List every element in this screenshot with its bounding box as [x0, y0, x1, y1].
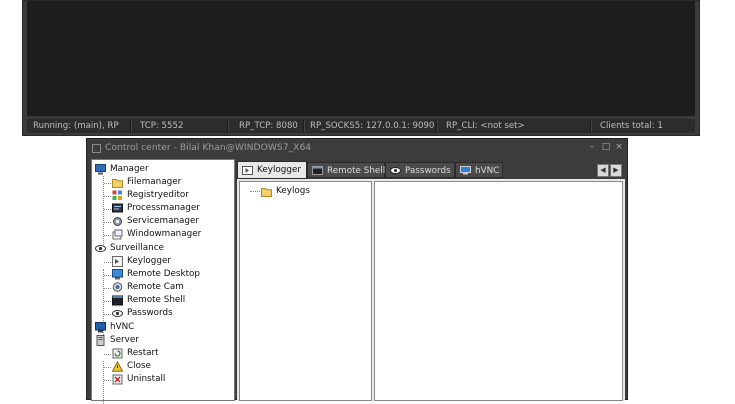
window-title: Control center - Bilal Khan@WINDOWS7_X64: [105, 142, 312, 153]
tree-item-label: Uninstall: [127, 374, 166, 384]
tree-item-label: Processmanager: [127, 203, 200, 213]
control-center-window: Control center - Bilal Khan@WINDOWS7_X64…: [86, 138, 628, 404]
restart-icon: [112, 348, 123, 359]
tree-node-label: hVNC: [110, 322, 135, 332]
tab-scroll-left-button[interactable]: ◀: [597, 164, 609, 177]
monitor-icon: [460, 166, 471, 175]
tree-item-label: Keylogger: [127, 256, 171, 266]
eye-icon: [95, 245, 106, 252]
tree-line: [103, 176, 104, 251]
tree-line: [104, 367, 111, 368]
status-separator: [130, 120, 132, 132]
terminal-icon: [112, 295, 123, 306]
restore-button[interactable]: □: [601, 143, 611, 152]
minimize-button[interactable]: –: [587, 143, 597, 152]
status-clients-total: Clients total: 1: [600, 121, 663, 131]
status-bar: Running: (main), RP TCP: 5552 RP_TCP: 80…: [27, 119, 695, 133]
console-window: Running: (main), RP TCP: 5552 RP_TCP: 80…: [22, 0, 700, 136]
tree-line: [104, 354, 111, 355]
tab-label: hVNC: [475, 166, 500, 176]
tab-keylogger[interactable]: Keylogger: [237, 161, 307, 179]
keylogs-tree[interactable]: Keylogs: [239, 181, 372, 401]
tree-item-label: Close: [127, 361, 151, 371]
window-icon: [112, 229, 123, 240]
tree-line: [104, 301, 111, 302]
tree-line: [104, 196, 111, 197]
tree-node-label: Manager: [110, 164, 149, 174]
tree-line: [104, 275, 111, 276]
console-output[interactable]: [27, 1, 695, 116]
status-separator: [590, 120, 592, 132]
window-menu-icon[interactable]: [92, 144, 101, 153]
tree-node-label: Keylogs: [276, 186, 310, 196]
tree-line: [104, 288, 111, 289]
tree-line: [104, 235, 111, 236]
feature-tree[interactable]: Manager Filemanager Registryeditor Proce…: [91, 159, 235, 404]
keylog-content-view[interactable]: [374, 181, 623, 401]
gear-icon: [113, 217, 122, 226]
keylogger-icon: [112, 256, 123, 267]
keylogger-panel: Keylogs: [237, 179, 625, 401]
tree-item-label: Remote Cam: [127, 282, 184, 292]
tab-passwords[interactable]: Passwords: [385, 162, 455, 178]
tree-line: [104, 314, 111, 315]
server-icon: [96, 335, 105, 346]
folder-icon: [112, 179, 123, 188]
status-rp-tcp: RP_TCP: 8080: [239, 121, 298, 131]
tree-node-label: Server: [110, 335, 139, 345]
status-rp-cli: RP_CLI: <not set>: [446, 121, 525, 131]
tree-line: [104, 209, 111, 210]
tab-bar: Keylogger Remote Shell Passwords hVNC ◀ …: [237, 161, 625, 179]
computer-icon: [95, 164, 106, 175]
tab-remote-shell[interactable]: Remote Shell: [307, 162, 385, 178]
tree-line: [104, 380, 111, 381]
registry-icon: [112, 190, 122, 200]
eye-icon: [390, 167, 401, 174]
tab-label: Passwords: [405, 166, 451, 176]
status-running: Running: (main), RP: [33, 121, 119, 131]
tree-item-label: Remote Desktop: [127, 269, 201, 279]
keylogger-icon: [242, 166, 253, 175]
tree-line: [104, 222, 111, 223]
tree-line: [104, 183, 111, 184]
warning-icon: [112, 361, 123, 372]
close-button[interactable]: ×: [614, 143, 624, 152]
tree-item-label: Windowmanager: [127, 229, 202, 239]
uninstall-icon: [112, 374, 123, 385]
monitor-icon: [112, 269, 123, 280]
eye-icon: [112, 310, 123, 317]
monitor-icon: [95, 322, 106, 333]
tab-hvnc[interactable]: hVNC: [455, 162, 503, 178]
status-separator: [436, 120, 438, 132]
tab-label: Remote Shell: [327, 166, 386, 176]
tree-item-label: Filemanager: [127, 177, 182, 187]
status-separator: [227, 120, 229, 132]
tree-item-label: Registryeditor: [127, 190, 189, 200]
title-bar[interactable]: Control center - Bilal Khan@WINDOWS7_X64…: [87, 139, 627, 157]
status-rp-socks5: RP_SOCKS5: 127.0.0.1: 9090: [310, 121, 435, 131]
terminal-icon: [312, 166, 323, 175]
tree-item-label: Restart: [127, 348, 159, 358]
status-tcp: TCP: 5552: [140, 121, 184, 131]
webcam-icon: [112, 282, 123, 292]
status-separator: [303, 120, 305, 132]
tree-line: [250, 191, 260, 192]
folder-icon: [261, 188, 272, 197]
tab-scroll-right-button[interactable]: ▶: [610, 164, 622, 177]
tree-line: [104, 262, 111, 263]
process-icon: [112, 203, 123, 213]
tree-node-label: Surveillance: [110, 243, 164, 253]
tree-item-label: Remote Shell: [127, 295, 186, 305]
tab-label: Keylogger: [257, 165, 301, 175]
tree-item-label: Servicemanager: [127, 216, 200, 226]
tree-item-label: Passwords: [127, 308, 173, 318]
